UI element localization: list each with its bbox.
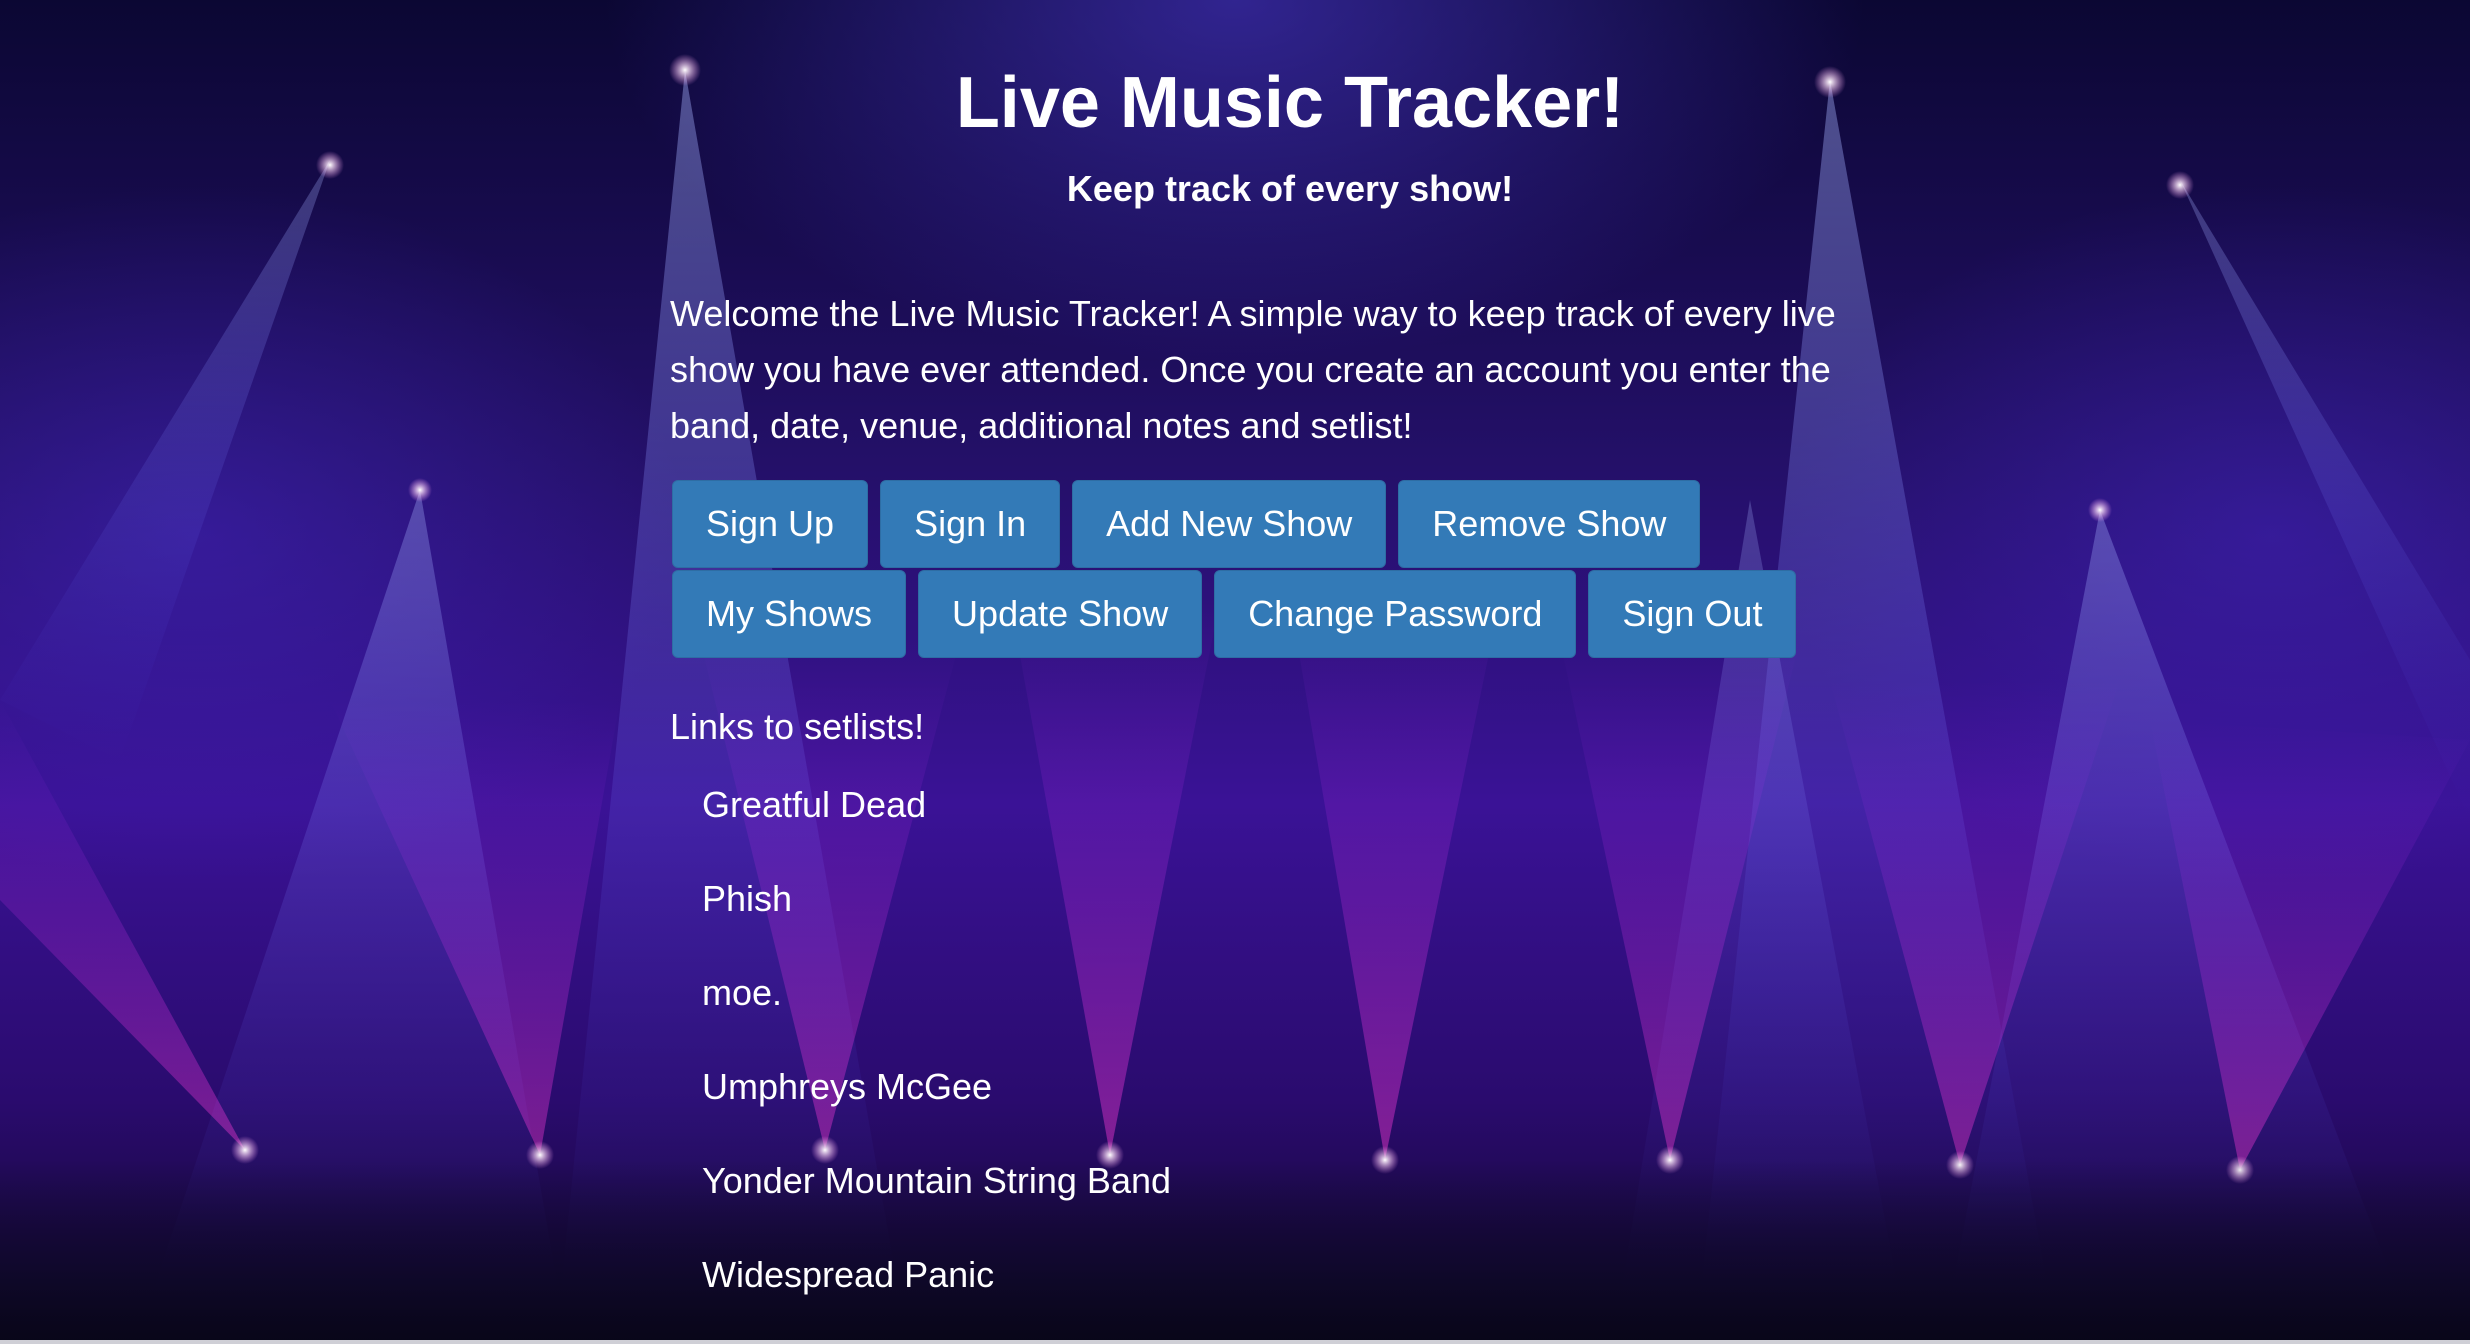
sign-in-button[interactable]: Sign In [880, 480, 1061, 568]
list-item: Umphreys McGee [702, 1062, 1171, 1156]
my-shows-button[interactable]: My Shows [672, 570, 907, 658]
page-subtitle: Keep track of every show! [1066, 168, 1514, 209]
setlists-heading: Links to setlists! [670, 706, 925, 747]
sign-out-button[interactable]: Sign Out [1588, 570, 1797, 658]
setlist-link-yonder-mountain-string-band[interactable]: Yonder Mountain String Band [702, 1160, 1171, 1201]
setlist-link-umphreys-mcgee[interactable]: Umphreys McGee [702, 1066, 992, 1107]
stage-floor [0, 1160, 2470, 1340]
setlist-link-moe[interactable]: moe. [702, 972, 782, 1013]
list-item: Widespread Panic [702, 1250, 1171, 1344]
button-row-primary: Sign Up Sign In Add New Show Remove Show [672, 480, 1701, 568]
page-title: Live Music Tracker! [955, 63, 1625, 143]
setlist-link-greatful-dead[interactable]: Greatful Dead [702, 784, 926, 825]
setlist-links: Greatful Dead Phish moe. Umphreys McGee … [702, 780, 1171, 1344]
change-password-button[interactable]: Change Password [1214, 570, 1577, 658]
page-bottom-edge [0, 1340, 2470, 1344]
list-item: Phish [702, 874, 1171, 968]
welcome-text: Welcome the Live Music Tracker! A simple… [670, 293, 1836, 446]
add-new-show-button[interactable]: Add New Show [1072, 480, 1387, 568]
update-show-button[interactable]: Update Show [918, 570, 1203, 658]
setlist-link-widespread-panic[interactable]: Widespread Panic [702, 1254, 994, 1295]
remove-show-button[interactable]: Remove Show [1398, 480, 1701, 568]
list-item: Greatful Dead [702, 780, 1171, 874]
setlist-link-phish[interactable]: Phish [702, 878, 792, 919]
list-item: Yonder Mountain String Band [702, 1156, 1171, 1250]
button-row-secondary: My Shows Update Show Change Password Sig… [672, 570, 1797, 658]
list-item: moe. [702, 968, 1171, 1062]
sign-up-button[interactable]: Sign Up [672, 480, 869, 568]
